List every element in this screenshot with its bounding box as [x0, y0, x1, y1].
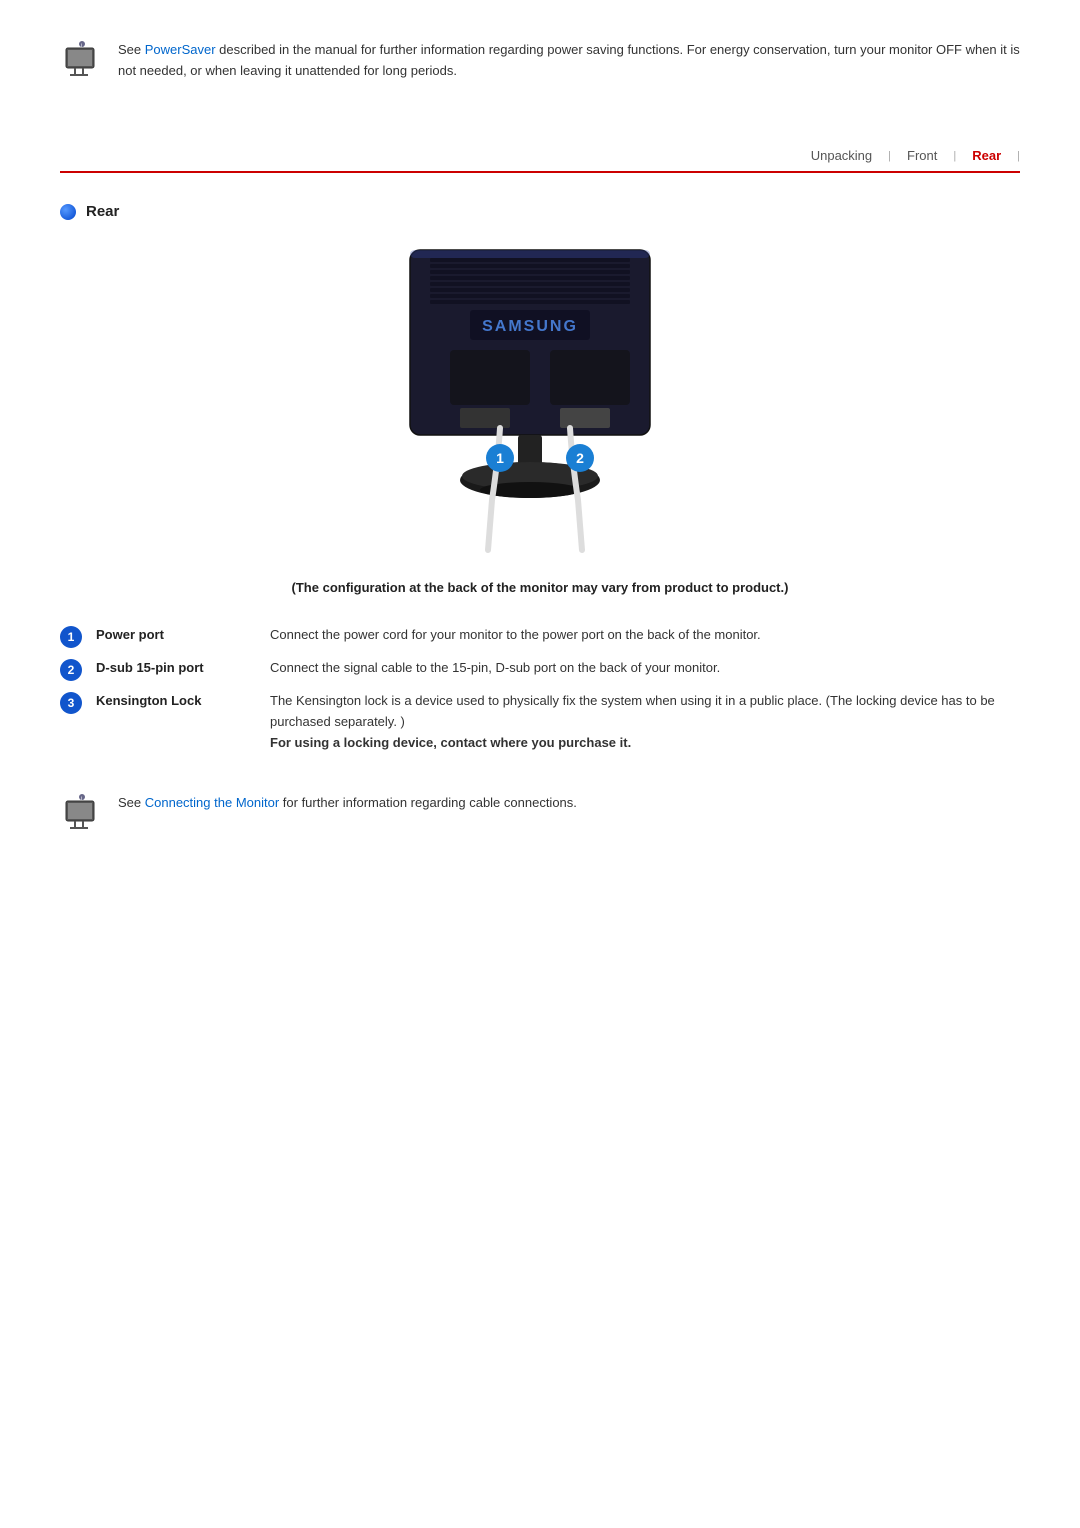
- svg-text:i: i: [81, 796, 82, 802]
- svg-text:SAMSUNG: SAMSUNG: [482, 318, 578, 335]
- nav-separator-3: |: [1017, 150, 1020, 162]
- svg-text:1: 1: [496, 450, 504, 466]
- component-desc-3: The Kensington lock is a device used to …: [270, 691, 1020, 753]
- top-note-text: See PowerSaver described in the manual f…: [118, 40, 1020, 82]
- bottom-note-icon: i: [60, 793, 104, 837]
- component-name-3: Kensington Lock: [96, 691, 256, 708]
- svg-text:2: 2: [576, 450, 584, 466]
- bottom-note-section: i See Connecting the Monitor for further…: [60, 793, 1020, 837]
- bottom-note-text: See Connecting the Monitor for further i…: [118, 793, 577, 814]
- component-name-2: D-sub 15-pin port: [96, 658, 256, 675]
- component-item-2: 2 D-sub 15-pin port Connect the signal c…: [60, 658, 1020, 681]
- component-item-3: 3 Kensington Lock The Kensington lock is…: [60, 691, 1020, 753]
- component-name-1: Power port: [96, 625, 256, 642]
- component-badge-3: 3: [60, 692, 82, 714]
- top-note-section: i See PowerSaver described in the manual…: [60, 40, 1020, 84]
- navigation-tabs: Unpacking | Front | Rear |: [60, 144, 1020, 173]
- tab-unpacking[interactable]: Unpacking: [795, 144, 888, 167]
- section-title: Rear: [86, 203, 119, 220]
- component-badge-1: 1: [60, 626, 82, 648]
- bullet-icon: [60, 204, 76, 220]
- powersaver-link[interactable]: PowerSaver: [145, 42, 216, 57]
- tab-front[interactable]: Front: [891, 144, 953, 167]
- component-badge-2: 2: [60, 659, 82, 681]
- component-list: 1 Power port Connect the power cord for …: [60, 625, 1020, 753]
- monitor-image-container: SAMSUNG 1 2: [60, 240, 1020, 560]
- monitor-caption: (The configuration at the back of the mo…: [60, 580, 1020, 595]
- svg-text:i: i: [81, 43, 82, 49]
- monitor-image: SAMSUNG 1 2: [370, 240, 710, 560]
- component-desc-2: Connect the signal cable to the 15-pin, …: [270, 658, 1020, 679]
- tab-rear[interactable]: Rear: [956, 144, 1017, 167]
- component-desc-3-bold: For using a locking device, contact wher…: [270, 735, 631, 750]
- note-icon: i: [60, 40, 104, 84]
- component-desc-1: Connect the power cord for your monitor …: [270, 625, 1020, 646]
- section-heading: Rear: [60, 203, 1020, 220]
- component-item-1: 1 Power port Connect the power cord for …: [60, 625, 1020, 648]
- connecting-monitor-link[interactable]: Connecting the Monitor: [145, 795, 279, 810]
